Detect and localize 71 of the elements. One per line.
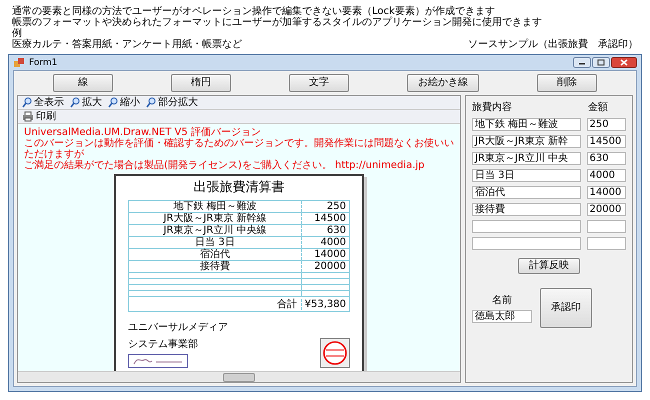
maximize-icon[interactable] [592, 57, 610, 68]
tool-button[interactable]: お絵かき線 [407, 74, 479, 92]
approval-stamp-icon [320, 338, 350, 368]
amount-field[interactable]: 14000 [586, 186, 626, 199]
table-cell-text: 250 [326, 201, 347, 212]
amount-field[interactable]: 250 [586, 118, 626, 131]
zoom-button[interactable]: 縮小 [108, 96, 140, 110]
notice-text: ご満足の結果がでた場合は製品(開発ライセンス)をご購入ください。 http://unimedia.jp [24, 160, 426, 171]
amount-field[interactable] [586, 237, 626, 250]
table-cell-text: ¥53,380 [304, 298, 347, 310]
description-text: 例 [12, 28, 22, 39]
amount-field[interactable]: 630 [586, 152, 626, 165]
tool-button[interactable]: 削除 [537, 74, 597, 92]
table-cell: 日当 3日 [129, 237, 302, 248]
table-cell: 地下鉄 梅田～難波 [129, 201, 302, 212]
table-cell-text: 630 [326, 225, 347, 236]
column-header: 金額 [588, 100, 608, 114]
notice-text: このバージョンは動作を評価・確認するためのバージョンです。開発作業には問題なくお使いいただけますが [24, 138, 454, 160]
department-name: システム事業部 [128, 338, 199, 351]
item-field[interactable] [472, 220, 580, 233]
total-label: 合計 [277, 298, 298, 310]
table-cell-text: 14500 [313, 213, 347, 224]
zoom-button[interactable]: 全表示 [22, 96, 64, 110]
close-icon[interactable] [611, 57, 637, 68]
calculate-button[interactable]: 計算反映 [518, 258, 580, 274]
amount-field[interactable]: 14500 [586, 135, 626, 148]
amount-field[interactable] [586, 220, 626, 233]
table-cell: JR東京～JR立川 中央線 [129, 225, 302, 236]
item-field[interactable] [472, 237, 580, 250]
amount-field[interactable]: 20000 [586, 203, 626, 216]
approve-button[interactable]: 承認印 [540, 288, 592, 328]
description-text: 帳票のフォーマットや決められたフォーマットにユーザーが加筆するスタイルのアプリケーション開発に使用できます [12, 17, 543, 28]
description-text: 通常の要素と同様の方法でユーザーがオペレーション操作で編集できない要素（Lock要素）が作成できます [12, 6, 496, 17]
table-cell: 接待費 [129, 261, 302, 272]
scroll-thumb[interactable] [223, 372, 255, 382]
window-title: Form1 [29, 58, 58, 68]
name-field[interactable]: 徳島太郎 [472, 310, 532, 323]
app-icon [13, 57, 25, 68]
table-cell-text: 20000 [313, 261, 347, 272]
item-field[interactable]: 宿泊代 [472, 186, 580, 199]
printer-icon [22, 111, 34, 122]
document-title: 出張旅費清算書 [192, 180, 286, 196]
item-field[interactable]: JR大阪～JR東京 新幹 [472, 135, 580, 148]
description-text: 医療カルテ・答案用紙・アンケート用紙・帳票など [12, 39, 242, 50]
tool-button[interactable]: 楕円 [171, 74, 231, 92]
zoom-button[interactable]: 拡大 [70, 96, 102, 110]
item-field[interactable]: 地下鉄 梅田～難波 [472, 118, 580, 131]
item-field[interactable]: 接待費 [472, 203, 580, 216]
caption-text: ソースサンプル（出張旅費 承認印） [468, 39, 638, 50]
signature-drawing [128, 354, 188, 368]
horizontal-scrollbar[interactable] [18, 371, 460, 382]
print-button[interactable]: 印刷 [22, 110, 56, 124]
magnifier-icon [70, 97, 80, 108]
table-cell-text: 4000 [320, 237, 347, 248]
minimize-icon[interactable] [573, 57, 591, 68]
magnifier-icon [108, 97, 118, 108]
table-cell: JR大阪～JR東京 新幹線 [129, 213, 302, 224]
zoom-button[interactable]: 部分拡大 [146, 96, 198, 110]
name-label: 名前 [492, 294, 512, 307]
notice-text: UniversalMedia.UM.Draw.NET V5 評価バージョン [24, 127, 262, 138]
table-cell-text: 14000 [313, 249, 347, 260]
table-cell: 宿泊代 [129, 249, 302, 260]
item-field[interactable]: JR東京～JR立川 中央 [472, 152, 580, 165]
tool-button[interactable]: 文字 [289, 74, 349, 92]
amount-field[interactable]: 4000 [586, 169, 626, 182]
item-field[interactable]: 日当 3日 [472, 169, 580, 182]
magnifier-icon [22, 97, 32, 108]
company-name: ユニバーサルメディア [128, 321, 228, 334]
magnifier-icon [146, 97, 156, 108]
column-header: 旅費内容 [472, 100, 513, 114]
tool-button[interactable]: 線 [53, 74, 113, 92]
